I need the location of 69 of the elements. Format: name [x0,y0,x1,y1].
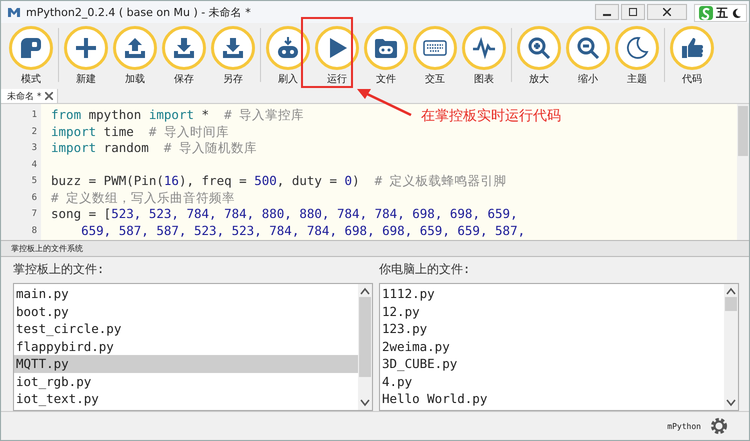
file-item[interactable]: iot_text.py [14,390,358,408]
maximize-button[interactable] [621,4,645,20]
thumb-icon [680,36,704,60]
file-item[interactable]: 2weima.py [380,338,724,355]
line-number: 1 [30,109,38,122]
file-item[interactable]: test_circle.py [14,320,358,338]
upload-icon [123,36,147,60]
line-number: 6 [30,192,38,204]
scrollbar-thumb[interactable] [359,297,371,377]
scrollbar[interactable] [724,284,738,410]
scrollbar-thumb[interactable] [725,297,737,311]
callout-text: 在掌控板实时运行代码 [421,107,561,125]
moon-icon[interactable] [731,8,742,18]
scrollbar-thumb[interactable] [738,106,748,156]
file-item[interactable]: MQTT.py [14,355,358,372]
app-logo-icon [7,6,21,18]
scroll-up-icon[interactable] [360,287,370,295]
scrollbar[interactable] [358,284,372,410]
minimize-button[interactable] [595,4,619,20]
code-line: import time # 导入时间库 [51,124,229,138]
scroll-down-icon[interactable] [360,399,370,407]
file-item[interactable]: flappybird.py [14,338,358,355]
line-number: 8 [30,224,38,238]
editor-tab[interactable]: 未命名 * [1,89,58,103]
plus-icon [74,36,98,60]
zoom-out-icon [576,36,600,60]
settings-icon[interactable] [709,416,729,436]
list-heading: 掌控板上的文件: [13,261,106,278]
file-item[interactable]: main.py [14,285,358,302]
code-line: import random # 导入随机数库 [51,140,257,155]
zoom-in-icon [527,36,551,60]
file-item[interactable]: 1112.py [380,285,724,302]
code-line: buzz = PWM(Pin(16), freq = 500, duty = 0) # 定义板载蜂鸣器引脚 [51,173,507,188]
download-icon [221,36,245,60]
list-heading: 你电脑上的文件: [379,261,472,278]
close-icon[interactable] [45,92,54,100]
line-number: 2 [30,126,38,138]
code-line: song = [523, 523, 784, 784, 880, 880, 784, 784, 698, 698, 659, [51,206,518,221]
callout-arrow [355,87,413,117]
file-item[interactable]: boot.py [14,302,358,320]
line-number: 4 [30,158,38,172]
file-item[interactable]: 4.py [380,372,724,390]
file-item[interactable]: iot_rgb.py [14,372,358,390]
close-icon [663,8,671,16]
mode-label: mPython [667,422,701,430]
file-item[interactable]: 12.py [380,302,724,320]
pulse-icon [472,36,496,60]
file-item[interactable]: Hello World.py [380,390,724,408]
highlight-frame [301,17,353,88]
pane-title: 掌控板上的文件系统 [11,243,83,254]
device-icon [276,36,300,60]
close-button[interactable] [647,4,687,20]
window-title: mPython2_0.2.4 ( base on Mu ) - 未命名 * [26,4,251,20]
input-mode-label[interactable]: 五 [716,4,728,22]
maximize-icon [629,8,637,16]
scrollbar[interactable] [737,104,749,240]
file-item[interactable]: 3D_CUBE.py [380,355,724,372]
code-line: 659, 587, 587, 523, 523, 784, 784, 698, 698, 659, 659, 587, [80,222,526,238]
scroll-up-icon[interactable] [726,287,736,295]
download-icon [172,36,196,60]
folder-icon [374,36,398,60]
file-item[interactable]: 123.py [380,320,724,338]
moon-icon [625,36,649,60]
line-number: 7 [30,208,38,221]
line-number: 5 [30,175,38,188]
scroll-down-icon[interactable] [726,399,736,407]
line-number: 3 [30,142,38,155]
code-line: from mpython import * # 导入掌控库 [51,107,304,122]
code-line: # 定义数组，写入乐曲音符频率 [51,190,236,204]
